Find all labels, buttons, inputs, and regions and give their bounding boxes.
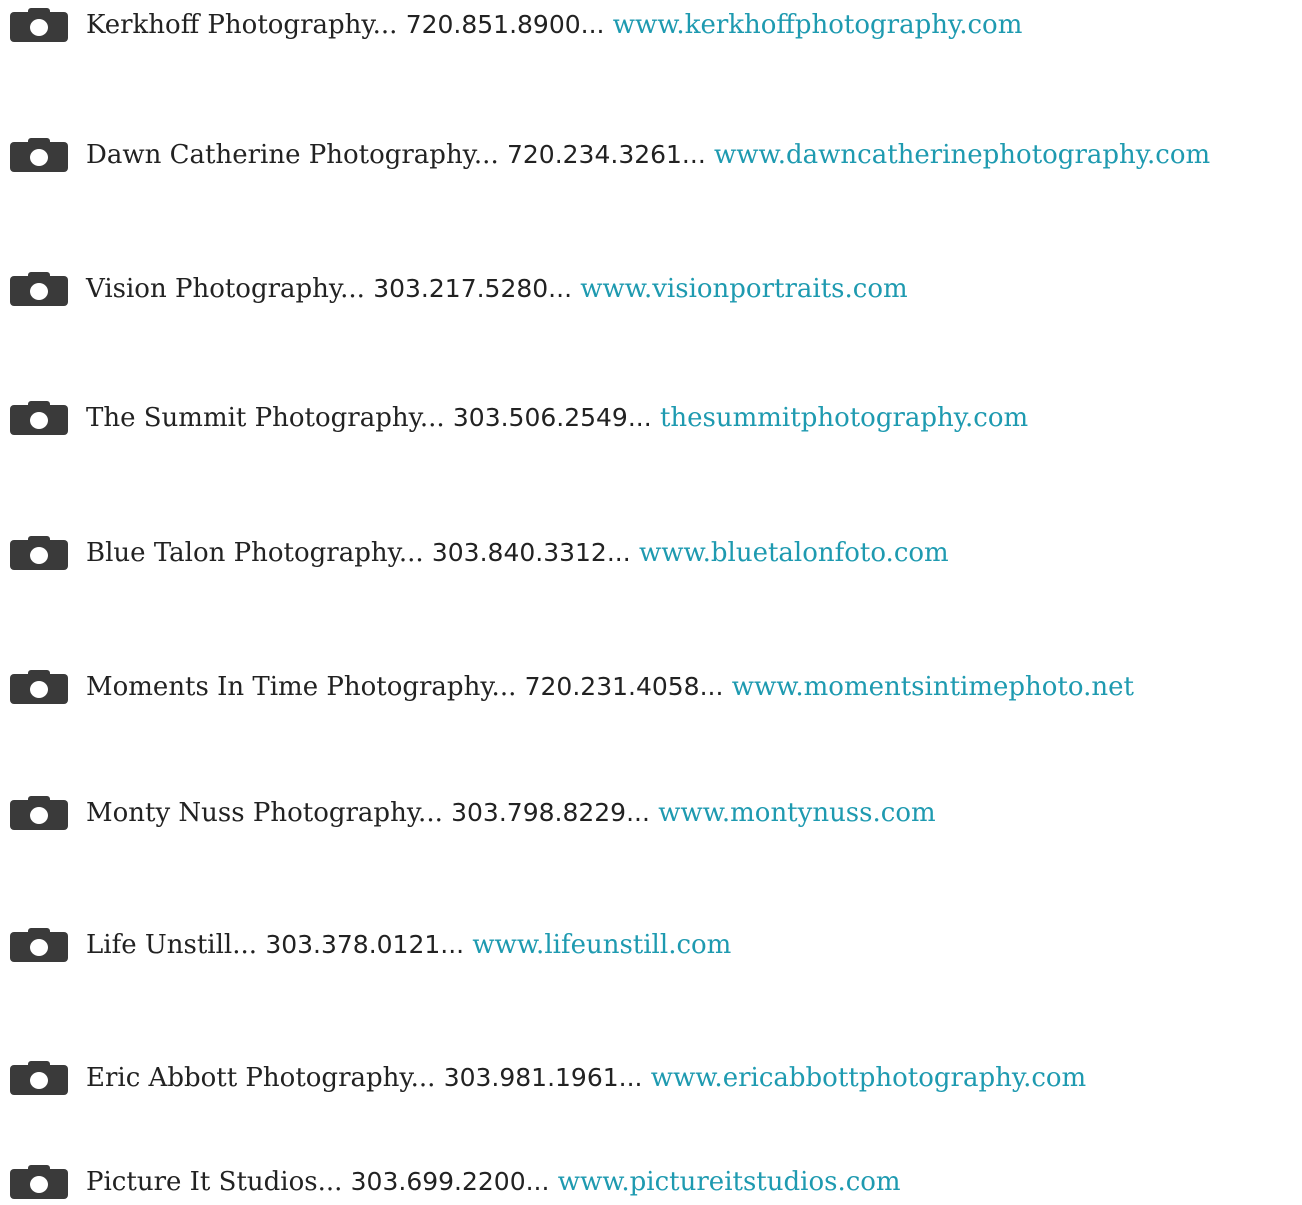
camera-icon	[10, 536, 68, 570]
photographer-list: Kerkhoff Photography... 720.851.8900... …	[0, 0, 1302, 1205]
phone-number: 303.699.2200...	[350, 1167, 550, 1196]
photographer-name: Blue Talon Photography...	[86, 538, 424, 568]
website-link[interactable]: www.montynuss.com	[658, 798, 935, 828]
photographer-name: Life Unstill...	[86, 930, 258, 960]
photographer-name: Monty Nuss Photography...	[86, 798, 443, 828]
list-item: Dawn Catherine Photography... 720.234.32…	[10, 135, 1210, 175]
listing-text: Dawn Catherine Photography... 720.234.32…	[86, 135, 1210, 175]
listing-text: Vision Photography... 303.217.5280... ww…	[86, 269, 908, 309]
list-item: Kerkhoff Photography... 720.851.8900... …	[10, 5, 1022, 45]
phone-number: 303.378.0121...	[265, 930, 465, 959]
website-link[interactable]: www.bluetalonfoto.com	[639, 538, 949, 568]
listing-text: Eric Abbott Photography... 303.981.1961.…	[86, 1058, 1086, 1098]
listing-text: Picture It Studios... 303.699.2200... ww…	[86, 1162, 901, 1202]
photographer-name: Kerkhoff Photography...	[86, 10, 398, 40]
phone-number: 303.217.5280...	[373, 274, 573, 303]
listing-text: Monty Nuss Photography... 303.798.8229..…	[86, 793, 936, 833]
photographer-name: Moments In Time Photography...	[86, 672, 517, 702]
camera-icon	[10, 401, 68, 435]
photographer-name: Eric Abbott Photography...	[86, 1063, 436, 1093]
phone-number: 303.840.3312...	[431, 538, 631, 567]
phone-number: 303.506.2549...	[452, 403, 652, 432]
phone-number: 720.231.4058...	[524, 672, 724, 701]
website-link[interactable]: www.lifeunstill.com	[472, 930, 731, 960]
camera-icon	[10, 8, 68, 42]
listing-text: The Summit Photography... 303.506.2549..…	[86, 398, 1028, 438]
listing-text: Moments In Time Photography... 720.231.4…	[86, 667, 1134, 707]
list-item: Picture It Studios... 303.699.2200... ww…	[10, 1162, 901, 1202]
camera-icon	[10, 1165, 68, 1199]
camera-icon	[10, 272, 68, 306]
list-item: Eric Abbott Photography... 303.981.1961.…	[10, 1058, 1086, 1098]
listing-text: Blue Talon Photography... 303.840.3312..…	[86, 533, 949, 573]
phone-number: 720.851.8900...	[405, 10, 605, 39]
camera-icon	[10, 138, 68, 172]
camera-icon	[10, 1061, 68, 1095]
list-item: The Summit Photography... 303.506.2549..…	[10, 398, 1028, 438]
website-link[interactable]: www.kerkhoffphotography.com	[613, 10, 1023, 40]
website-link[interactable]: www.ericabbottphotography.com	[651, 1063, 1086, 1093]
list-item: Blue Talon Photography... 303.840.3312..…	[10, 533, 949, 573]
photographer-name: Vision Photography...	[86, 274, 365, 304]
website-link[interactable]: www.pictureitstudios.com	[558, 1167, 901, 1197]
list-item: Vision Photography... 303.217.5280... ww…	[10, 269, 908, 309]
camera-icon	[10, 670, 68, 704]
list-item: Moments In Time Photography... 720.231.4…	[10, 667, 1134, 707]
photographer-name: The Summit Photography...	[86, 403, 445, 433]
website-link[interactable]: www.dawncatherinephotography.com	[714, 140, 1210, 170]
list-item: Life Unstill... 303.378.0121... www.life…	[10, 925, 731, 965]
website-link[interactable]: www.momentsintimephoto.net	[732, 672, 1134, 702]
photographer-name: Picture It Studios...	[86, 1167, 343, 1197]
phone-number: 303.981.1961...	[443, 1063, 643, 1092]
listing-text: Kerkhoff Photography... 720.851.8900... …	[86, 5, 1022, 45]
camera-icon	[10, 928, 68, 962]
website-link[interactable]: www.visionportraits.com	[580, 274, 907, 304]
list-item: Monty Nuss Photography... 303.798.8229..…	[10, 793, 936, 833]
photographer-name: Dawn Catherine Photography...	[86, 140, 499, 170]
listing-text: Life Unstill... 303.378.0121... www.life…	[86, 925, 731, 965]
phone-number: 720.234.3261...	[506, 140, 706, 169]
website-link[interactable]: thesummitphotography.com	[660, 403, 1028, 433]
phone-number: 303.798.8229...	[451, 798, 650, 827]
camera-icon	[10, 796, 68, 830]
